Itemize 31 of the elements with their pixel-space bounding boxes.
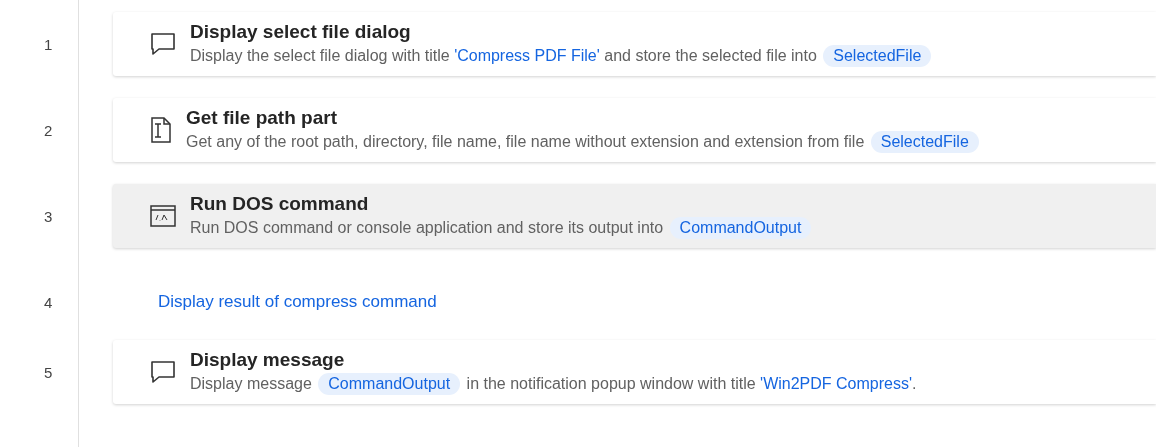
description-text: Get any of the root path, directory, file name, file name without extension and extension from file — [186, 133, 866, 151]
line-number: 5 — [44, 363, 53, 381]
variable-chip[interactable]: CommandOutput — [318, 373, 461, 395]
description-text: Display the select file dialog with title — [190, 47, 451, 65]
description-text: and store the selected file into — [603, 47, 818, 65]
line-number: 3 — [44, 207, 53, 225]
action-title: Display select file dialog — [190, 21, 412, 43]
console-window-icon — [150, 205, 176, 227]
string-value: 'Win2PDF Compress' — [760, 375, 912, 393]
description-text: in the notification popup window with title — [465, 375, 757, 393]
action-card[interactable]: Display message Display message CommandOutput in the notification popup window with title 'Win2PDF Compress'. — [113, 340, 1156, 404]
speech-bubble-icon — [150, 360, 176, 384]
comment-text[interactable]: Display result of compress command — [158, 292, 437, 312]
description-text: . — [912, 375, 917, 393]
variable-chip[interactable]: SelectedFile — [823, 45, 932, 67]
action-title: Run DOS command — [190, 193, 370, 215]
variable-chip[interactable]: SelectedFile — [870, 131, 979, 153]
description-text: Run DOS command or console application and store its output into — [190, 219, 665, 237]
string-value: 'Compress PDF File' — [454, 47, 600, 65]
line-number: 4 — [44, 293, 53, 311]
action-title: Get file path part — [186, 107, 338, 129]
document-cursor-icon — [150, 117, 172, 143]
action-card[interactable]: Display select file dialog Display the select file dialog with title 'Compress PDF File' and store the selected file into SelectedFile — [113, 12, 1156, 76]
action-card[interactable]: Get file path part Get any of the root path, directory, file name, file name without extension and extension from file SelectedFile — [113, 98, 1156, 162]
action-title: Display message — [190, 349, 346, 371]
action-card[interactable]: Run DOS command Run DOS command or console application and store its output into CommandOutput — [113, 184, 1156, 248]
line-number: 2 — [44, 121, 53, 139]
speech-bubble-icon — [150, 32, 176, 56]
line-number: 1 — [44, 35, 53, 53]
description-text: Display message — [190, 375, 313, 393]
variable-chip[interactable]: CommandOutput — [669, 217, 812, 239]
